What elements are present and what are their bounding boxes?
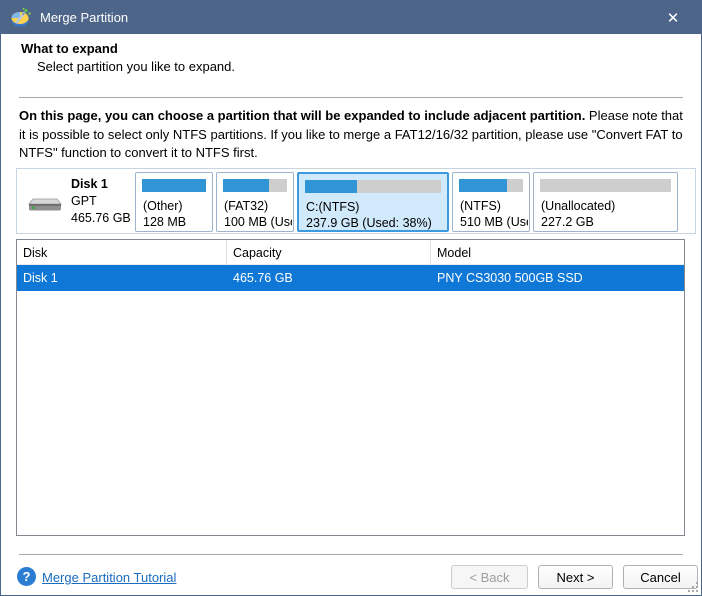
- table-row-disk1-selected[interactable]: Disk 1 465.76 GB PNY CS3030 500GB SSD: [17, 265, 684, 291]
- partition-block-c-ntfs-selected[interactable]: C:(NTFS) 237.9 GB (Used: 38%): [297, 172, 449, 232]
- disk-info: Disk 1 GPT 465.76 GB: [25, 173, 135, 229]
- partition-wizard-app-icon: [11, 7, 31, 27]
- cancel-button[interactable]: Cancel: [623, 565, 698, 589]
- disk-name: Disk 1: [71, 177, 108, 191]
- cell-disk: Disk 1: [23, 271, 58, 285]
- window-title: Merge Partition: [40, 10, 129, 25]
- header-separator: [19, 97, 683, 98]
- partition-size: 237.9 GB (Used: 38%): [306, 216, 432, 230]
- disk-details: Disk 1 GPT 465.76 GB: [71, 176, 131, 227]
- usage-bar: [142, 179, 206, 192]
- table-header: Disk Capacity Model: [17, 240, 684, 265]
- titlebar: Merge Partition ✕: [1, 1, 701, 34]
- partition-block-unallocated[interactable]: (Unallocated) 227.2 GB: [533, 172, 678, 232]
- partition-block-other[interactable]: (Other) 128 MB: [135, 172, 213, 232]
- column-header-model[interactable]: Model: [431, 240, 684, 265]
- partition-name: C:(NTFS): [306, 200, 360, 214]
- tutorial-link[interactable]: Merge Partition Tutorial: [42, 570, 176, 585]
- usage-bar: [223, 179, 287, 192]
- cell-model: PNY CS3030 500GB SSD: [437, 271, 583, 285]
- column-header-disk[interactable]: Disk: [17, 240, 227, 265]
- close-button[interactable]: ✕: [653, 1, 693, 34]
- partition-block-ntfs[interactable]: (NTFS) 510 MB (Usec: [452, 172, 530, 232]
- hard-disk-icon: [28, 198, 62, 211]
- resize-grip[interactable]: [688, 582, 699, 593]
- column-header-capacity[interactable]: Capacity: [227, 240, 431, 265]
- disk-map-panel: Disk 1 GPT 465.76 GB (Other) 128 MB (FAT…: [16, 168, 696, 234]
- page-title: What to expand: [21, 41, 118, 56]
- partition-size: 227.2 GB: [541, 215, 594, 229]
- partition-size: 100 MB (Usec: [224, 215, 292, 229]
- back-button[interactable]: < Back: [451, 565, 528, 589]
- partition-size: 128 MB: [143, 215, 187, 229]
- disk-list-table: Disk Capacity Model Disk 1 465.76 GB PNY…: [16, 239, 685, 536]
- partition-block-fat32[interactable]: (FAT32) 100 MB (Usec: [216, 172, 294, 232]
- page-subtitle: Select partition you like to expand.: [37, 59, 236, 74]
- partition-name: (FAT32): [224, 199, 269, 213]
- instruction-bold: On this page, you can choose a partition…: [19, 108, 586, 123]
- disk-scheme: GPT: [71, 194, 97, 208]
- partition-name: (Other): [143, 199, 183, 213]
- disk-size: 465.76 GB: [71, 211, 131, 225]
- merge-partition-dialog: Merge Partition ✕ What to expand Select …: [0, 0, 702, 596]
- usage-bar: [459, 179, 523, 192]
- cell-capacity: 465.76 GB: [233, 271, 293, 285]
- partition-name: (Unallocated): [541, 199, 616, 213]
- footer-separator: [19, 554, 683, 555]
- instruction-text: On this page, you can choose a partition…: [19, 107, 691, 163]
- partition-name: (NTFS): [460, 199, 501, 213]
- usage-bar: [305, 180, 441, 193]
- usage-bar: [540, 179, 671, 192]
- next-button[interactable]: Next >: [538, 565, 613, 589]
- partition-size: 510 MB (Usec: [460, 215, 528, 229]
- help-icon[interactable]: ?: [17, 567, 36, 586]
